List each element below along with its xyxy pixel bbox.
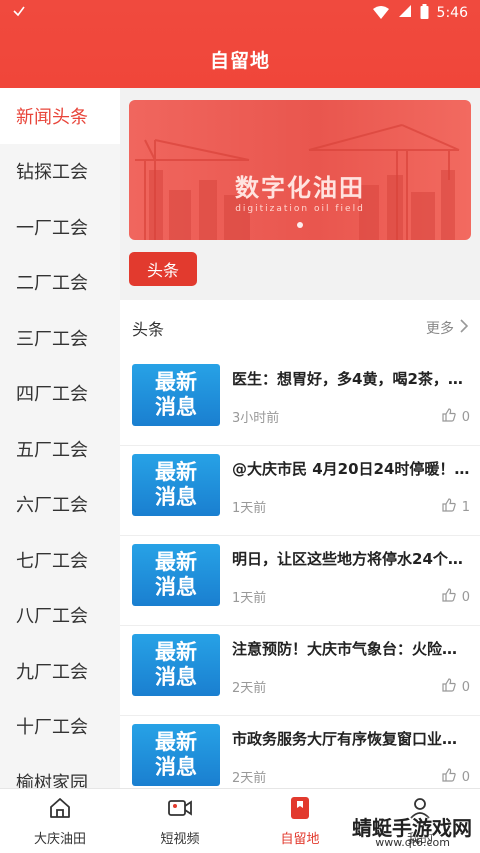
news-thumbnail: 最新 消息 bbox=[132, 724, 220, 786]
category-sidebar: 新闻头条 钻探工会 一厂工会 二厂工会 三厂工会 四厂工会 五厂工会 六厂工会 … bbox=[0, 88, 120, 788]
sidebar-item-plant-9-union[interactable]: 九厂工会 bbox=[0, 643, 120, 699]
banner-subtitle: digitization oil field bbox=[235, 204, 365, 214]
bookmark-icon bbox=[289, 796, 311, 824]
site-watermark-url: www.qt6.com bbox=[375, 836, 450, 849]
top-bar: 5:46 自留地 bbox=[0, 0, 480, 88]
main-content: 数字化油田 digitization oil field 头条 头条 更多 最新… bbox=[120, 88, 480, 788]
thumb-text-top: 最新 bbox=[155, 460, 197, 484]
sidebar-item-plant-3-union[interactable]: 三厂工会 bbox=[0, 310, 120, 366]
nav-label: 短视频 bbox=[160, 831, 200, 847]
news-item[interactable]: 最新 消息 明日，让区这些地方将停水24个… 1天前 0 bbox=[120, 536, 480, 626]
home-icon bbox=[48, 796, 72, 824]
banner-carousel[interactable]: 数字化油田 digitization oil field bbox=[129, 100, 471, 240]
news-title: 市政务服务大厅有序恢复窗口业… bbox=[232, 730, 458, 748]
news-panel-header: 头条 更多 bbox=[120, 300, 480, 356]
battery-icon bbox=[420, 3, 429, 23]
like-counter[interactable]: 1 bbox=[442, 498, 470, 516]
status-bar: 5:46 bbox=[0, 0, 480, 26]
like-counter[interactable]: 0 bbox=[442, 678, 470, 696]
news-time: 1天前 bbox=[232, 501, 267, 516]
thumbs-up-icon bbox=[442, 588, 456, 606]
like-counter[interactable]: 0 bbox=[442, 768, 470, 786]
thumb-text-bottom: 消息 bbox=[155, 395, 197, 419]
nav-tab-self-plot[interactable]: 自留地 bbox=[240, 789, 360, 853]
check-icon bbox=[12, 4, 26, 22]
sidebar-item-plant-8-union[interactable]: 八厂工会 bbox=[0, 588, 120, 644]
thumbs-up-icon bbox=[442, 678, 456, 696]
news-item[interactable]: 最新 消息 @大庆市民 4月20日24时停暖！… 1天前 1 bbox=[120, 446, 480, 536]
news-time: 1天前 bbox=[232, 591, 267, 606]
news-time: 2天前 bbox=[232, 681, 267, 696]
like-count: 0 bbox=[461, 409, 470, 425]
news-thumbnail: 最新 消息 bbox=[132, 634, 220, 696]
news-title: 明日，让区这些地方将停水24个… bbox=[232, 550, 463, 568]
like-count: 0 bbox=[461, 589, 470, 605]
like-count: 0 bbox=[461, 679, 470, 695]
news-time: 3小时前 bbox=[232, 411, 280, 426]
carousel-indicator bbox=[129, 222, 471, 228]
like-count: 0 bbox=[461, 769, 470, 785]
news-item[interactable]: 最新 消息 医生：想胃好，多4黄，喝2茶，… 3小时前 0 bbox=[120, 356, 480, 446]
news-title: @大庆市民 4月20日24时停暖！… bbox=[232, 460, 470, 478]
thumb-text-top: 最新 bbox=[155, 550, 197, 574]
carousel-dot bbox=[297, 222, 303, 228]
sidebar-item-plant-1-union[interactable]: 一厂工会 bbox=[0, 199, 120, 255]
like-count: 1 bbox=[461, 499, 470, 515]
sidebar-item-plant-6-union[interactable]: 六厂工会 bbox=[0, 477, 120, 533]
thumb-text-bottom: 消息 bbox=[155, 665, 197, 689]
page-title: 自留地 bbox=[209, 50, 270, 72]
sidebar-item-plant-2-union[interactable]: 二厂工会 bbox=[0, 255, 120, 311]
news-item[interactable]: 最新 消息 市政务服务大厅有序恢复窗口业… 2天前 0 bbox=[120, 716, 480, 788]
sidebar-item-plant-4-union[interactable]: 四厂工会 bbox=[0, 366, 120, 422]
thumbs-up-icon bbox=[442, 498, 456, 516]
more-link[interactable]: 更多 bbox=[426, 318, 469, 338]
video-icon bbox=[167, 796, 193, 824]
news-time: 2天前 bbox=[232, 771, 267, 786]
thumb-text-top: 最新 bbox=[155, 370, 197, 394]
nav-label: 自留地 bbox=[280, 831, 320, 847]
chevron-right-icon bbox=[460, 319, 469, 337]
sidebar-item-news-headlines[interactable]: 新闻头条 bbox=[0, 88, 120, 144]
sidebar-item-plant-10-union[interactable]: 十厂工会 bbox=[0, 699, 120, 755]
like-counter[interactable]: 0 bbox=[442, 408, 470, 426]
thumb-text-top: 最新 bbox=[155, 730, 197, 754]
nav-tab-daqing-oilfield[interactable]: 大庆油田 bbox=[0, 789, 120, 853]
sidebar-item-yushu-home[interactable]: 榆树家园 bbox=[0, 754, 120, 788]
sidebar-item-plant-5-union[interactable]: 五厂工会 bbox=[0, 421, 120, 477]
banner-title: 数字化油田 bbox=[235, 174, 365, 202]
news-thumbnail: 最新 消息 bbox=[132, 454, 220, 516]
thumb-text-bottom: 消息 bbox=[155, 755, 197, 779]
news-title: 注意预防！大庆市气象台：火险… bbox=[232, 640, 458, 658]
thumb-text-bottom: 消息 bbox=[155, 485, 197, 509]
news-thumbnail: 最新 消息 bbox=[132, 364, 220, 426]
headline-tag-button[interactable]: 头条 bbox=[129, 252, 197, 286]
news-thumbnail: 最新 消息 bbox=[132, 544, 220, 606]
news-item[interactable]: 最新 消息 注意预防！大庆市气象台：火险… 2天前 0 bbox=[120, 626, 480, 716]
like-counter[interactable]: 0 bbox=[442, 588, 470, 606]
thumbs-up-icon bbox=[442, 408, 456, 426]
sidebar-item-drilling-union[interactable]: 钻探工会 bbox=[0, 144, 120, 200]
news-panel-title: 头条 bbox=[132, 320, 165, 339]
wifi-icon bbox=[372, 6, 390, 20]
news-panel: 头条 更多 最新 消息 医生：想胃好，多4黄，喝2茶，… 3小时前 0 最新 消… bbox=[120, 300, 480, 788]
thumb-text-bottom: 消息 bbox=[155, 575, 197, 599]
signal-icon bbox=[398, 4, 412, 22]
nav-tab-short-video[interactable]: 短视频 bbox=[120, 789, 240, 853]
status-time: 5:46 bbox=[436, 5, 468, 21]
nav-label: 大庆油田 bbox=[33, 831, 86, 847]
sidebar-item-plant-7-union[interactable]: 七厂工会 bbox=[0, 532, 120, 588]
thumb-text-top: 最新 bbox=[155, 640, 197, 664]
thumbs-up-icon bbox=[442, 768, 456, 786]
more-label: 更多 bbox=[426, 321, 454, 337]
news-title: 医生：想胃好，多4黄，喝2茶，… bbox=[232, 370, 463, 388]
